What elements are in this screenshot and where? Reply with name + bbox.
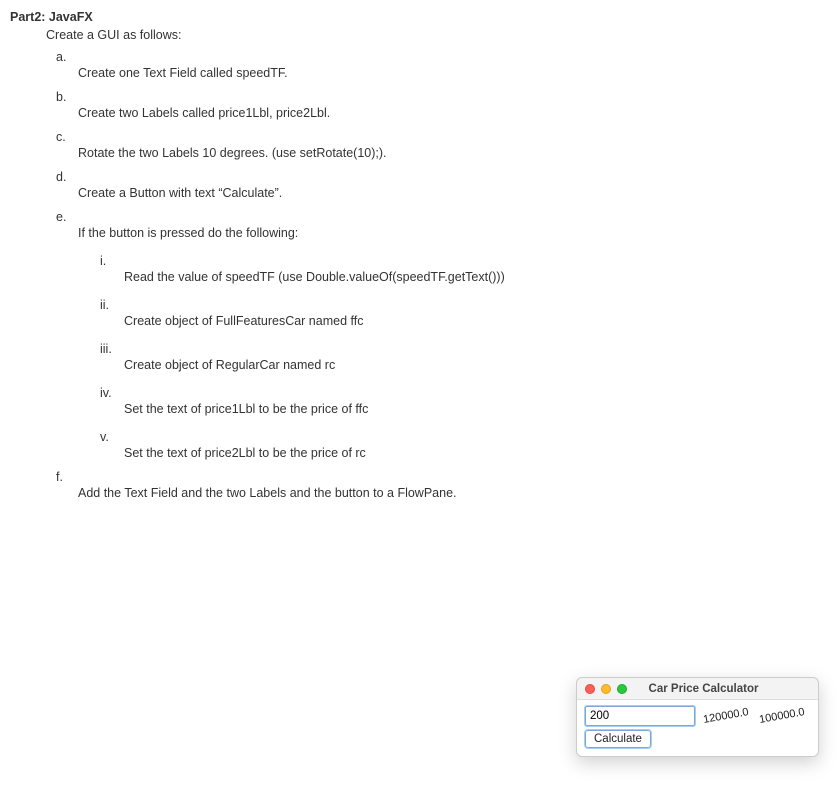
close-icon[interactable]	[585, 684, 595, 694]
subitem-i: i. Read the value of speedTF (use Double…	[100, 254, 827, 284]
subitem-v: v. Set the text of price2Lbl to be the p…	[100, 430, 827, 460]
part-heading: Part2: JavaFX	[10, 10, 827, 24]
item-e: e. If the button is pressed do the follo…	[56, 210, 827, 240]
item-marker: e.	[56, 210, 827, 224]
item-b: b. Create two Labels called price1Lbl, p…	[56, 90, 827, 120]
window-body: 120000.0 100000.0 Calculate	[577, 700, 818, 756]
item-d: d. Create a Button with text “Calculate”…	[56, 170, 827, 200]
subitem-marker: v.	[100, 430, 827, 444]
subitem-body: Set the text of price1Lbl to be the pric…	[124, 402, 827, 416]
item-f: f. Add the Text Field and the two Labels…	[56, 470, 827, 500]
subitem-marker: iii.	[100, 342, 827, 356]
item-marker: d.	[56, 170, 827, 184]
item-body: Create one Text Field called speedTF.	[78, 66, 827, 80]
item-body: Create a Button with text “Calculate”.	[78, 186, 827, 200]
subitem-ii: ii. Create object of FullFeaturesCar nam…	[100, 298, 827, 328]
item-marker: a.	[56, 50, 827, 64]
window-title: Car Price Calculator	[597, 683, 810, 695]
item-body: Add the Text Field and the two Labels an…	[78, 486, 827, 500]
intro-text: Create a GUI as follows:	[46, 28, 827, 42]
subitem-body: Create object of RegularCar named rc	[124, 358, 827, 372]
item-a: a. Create one Text Field called speedTF.	[56, 50, 827, 80]
calculate-button[interactable]: Calculate	[585, 730, 651, 748]
subitem-marker: ii.	[100, 298, 827, 312]
item-body: If the button is pressed do the followin…	[78, 226, 827, 240]
item-body: Create two Labels called price1Lbl, pric…	[78, 106, 827, 120]
subitem-marker: i.	[100, 254, 827, 268]
item-marker: f.	[56, 470, 827, 484]
price1-label: 120000.0	[702, 706, 749, 726]
subitem-iv: iv. Set the text of price1Lbl to be the …	[100, 386, 827, 416]
subitem-body: Set the text of price2Lbl to be the pric…	[124, 446, 827, 460]
item-c: c. Rotate the two Labels 10 degrees. (us…	[56, 130, 827, 160]
item-marker: b.	[56, 90, 827, 104]
item-marker: c.	[56, 130, 827, 144]
speed-input[interactable]	[585, 706, 695, 726]
window-titlebar: Car Price Calculator	[577, 678, 818, 700]
subitem-body: Read the value of speedTF (use Double.va…	[124, 270, 827, 284]
price2-label: 100000.0	[758, 706, 805, 726]
item-body: Rotate the two Labels 10 degrees. (use s…	[78, 146, 827, 160]
demo-window: Car Price Calculator 120000.0 100000.0 C…	[576, 677, 819, 757]
subitem-body: Create object of FullFeaturesCar named f…	[124, 314, 827, 328]
subitem-marker: iv.	[100, 386, 827, 400]
subitem-iii: iii. Create object of RegularCar named r…	[100, 342, 827, 372]
flowpane-row: 120000.0 100000.0	[585, 706, 810, 726]
